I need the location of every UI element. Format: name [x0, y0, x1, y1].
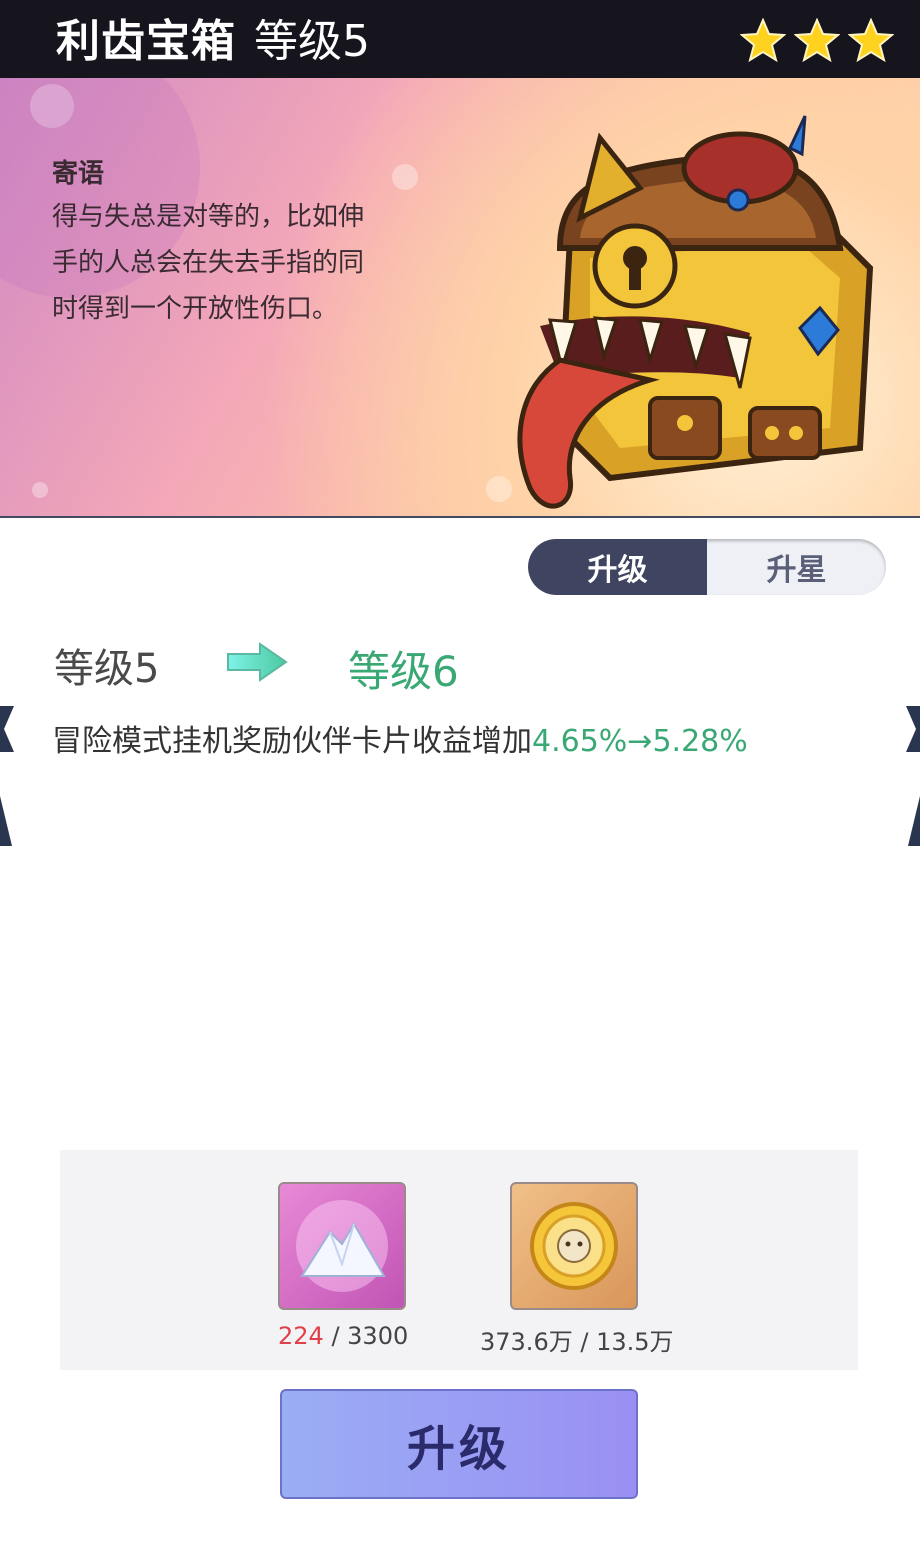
- mode-tabs: 升级 升星: [528, 539, 886, 595]
- decor-bubble: [392, 164, 418, 190]
- cost-item-gold[interactable]: 373.6万 / 13.5万: [480, 1182, 674, 1357]
- left-edge-marker-icon: [0, 796, 14, 850]
- title-bar: 利齿宝箱 等级5: [0, 0, 920, 78]
- effect-description: 冒险模式挂机奖励伙伴卡片收益增加: [52, 724, 532, 759]
- right-edge-marker-icon: [906, 706, 920, 756]
- item-title: 利齿宝箱 等级5: [56, 14, 370, 70]
- crystal-powder-icon: [278, 1182, 406, 1310]
- banner-divider: [0, 516, 920, 518]
- upgrade-effect: 冒险模式挂机奖励伙伴卡片收益增加4.65%→5.28%: [52, 716, 748, 760]
- left-edge-marker-icon: [0, 706, 14, 756]
- cost-item-crystal[interactable]: 224 / 3300: [278, 1182, 408, 1350]
- item-banner: 寄语 得与失总是对等的，比如伸手的人总会在失去手指的同时得到一个开放性伤口。: [0, 78, 920, 518]
- effect-change: 4.65%→5.28%: [532, 724, 748, 759]
- star-icon: [794, 18, 840, 62]
- tab-star-up[interactable]: 升星: [707, 539, 886, 595]
- cost-panel: 224 / 3300 373.6万 / 13.5万: [60, 1150, 858, 1370]
- arrow-right-icon: [226, 642, 288, 686]
- decor-bubble: [32, 482, 48, 498]
- current-level: 等级5: [54, 646, 160, 692]
- upgrade-button[interactable]: 升级: [280, 1389, 638, 1499]
- crystal-need: / 3300: [323, 1322, 409, 1350]
- crystal-count: 224 / 3300: [278, 1322, 408, 1350]
- gold-count: 373.6万 / 13.5万: [480, 1322, 674, 1357]
- gold-coin-icon: [510, 1182, 638, 1310]
- item-name: 利齿宝箱: [56, 16, 236, 67]
- star-icon: [848, 18, 894, 62]
- item-level: 等级5: [254, 16, 370, 67]
- star-icon: [740, 18, 786, 62]
- gold-need: / 13.5万: [572, 1328, 674, 1356]
- star-rating: [740, 18, 894, 62]
- motto-block: 寄语 得与失总是对等的，比如伸手的人总会在失去手指的同时得到一个开放性伤口。: [52, 156, 372, 332]
- biting-chest-illustration: [500, 98, 880, 518]
- motto-title: 寄语: [52, 159, 105, 189]
- next-level: 等级6: [348, 647, 459, 696]
- crystal-have: 224: [278, 1322, 324, 1350]
- gold-have: 373.6万: [480, 1328, 573, 1356]
- right-edge-marker-icon: [906, 796, 920, 850]
- tab-upgrade[interactable]: 升级: [528, 539, 707, 595]
- motto-text: 得与失总是对等的，比如伸手的人总会在失去手指的同时得到一个开放性伤口。: [52, 202, 365, 324]
